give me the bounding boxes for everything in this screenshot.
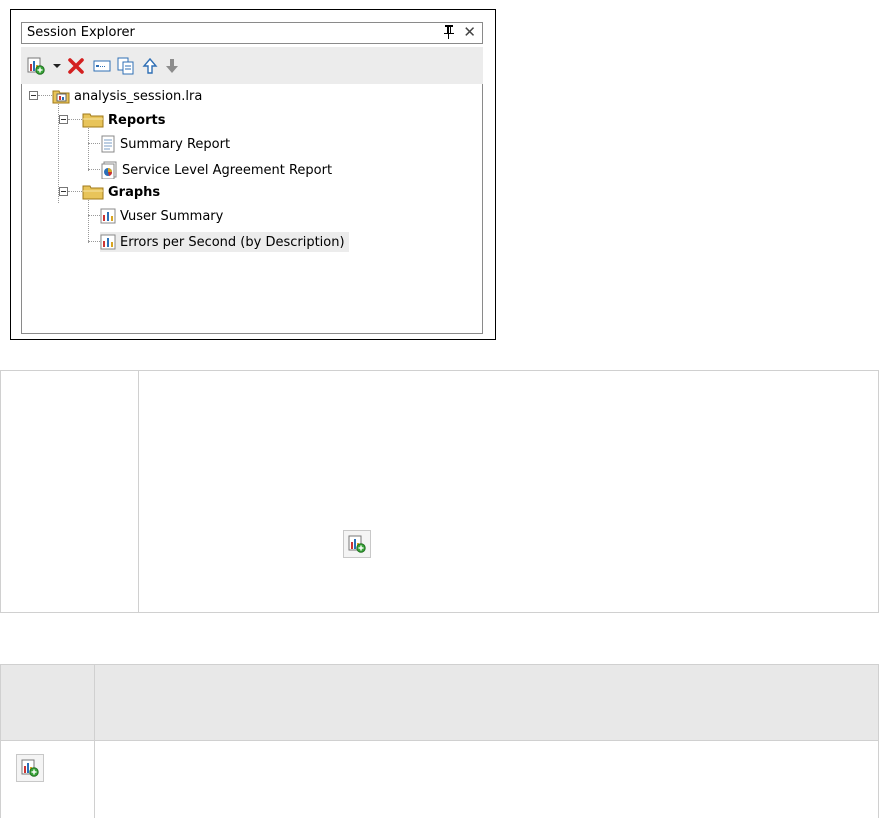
report-document-icon (101, 135, 115, 153)
tree-item-label: Vuser Summary (120, 208, 224, 224)
duplicate-icon[interactable] (116, 56, 136, 76)
pin-icon[interactable] (442, 24, 456, 40)
rename-icon[interactable] (92, 56, 112, 76)
collapse-root-toggle[interactable] (29, 91, 38, 100)
tree-item-summary-report[interactable]: Summary Report (100, 134, 230, 154)
tree-item-label: Summary Report (120, 136, 231, 152)
tree-item-label: Service Level Agreement Report (122, 162, 333, 178)
tree-root[interactable]: analysis_session.lra (52, 86, 202, 106)
graph-icon (100, 234, 116, 250)
move-up-icon[interactable] (140, 56, 160, 76)
tree-group-label: Reports (108, 112, 166, 128)
session-file-icon (52, 90, 70, 104)
table-header-row (1, 665, 878, 741)
collapse-reports-toggle[interactable] (59, 115, 68, 124)
tree-item-vuser-summary[interactable]: Vuser Summary (100, 206, 223, 226)
session-tree: analysis_session.lra Reports Summary Rep… (21, 84, 483, 334)
panel-titlebar: Session Explorer ✕ (21, 22, 483, 44)
tree-group-label: Graphs (108, 184, 161, 200)
delete-icon[interactable] (66, 56, 86, 76)
tree-group-graphs[interactable]: Graphs (82, 182, 160, 202)
move-down-icon[interactable] (162, 56, 182, 76)
panel-title: Session Explorer (27, 25, 135, 40)
tree-root-label: analysis_session.lra (74, 88, 203, 104)
tree-item-sla-report[interactable]: Service Level Agreement Report (100, 160, 332, 180)
column-divider (94, 665, 95, 818)
close-icon[interactable]: ✕ (463, 23, 476, 41)
panel-toolbar (21, 47, 483, 86)
folder-icon (82, 185, 104, 200)
graph-icon (100, 208, 116, 224)
column-divider (138, 371, 139, 612)
tree-item-label: Errors per Second (by Description) (120, 234, 345, 250)
folder-icon (82, 113, 104, 128)
description-table (0, 370, 879, 613)
add-report-graph-icon (343, 530, 371, 558)
ui-elements-table (0, 664, 879, 818)
add-report-graph-icon[interactable] (26, 56, 46, 76)
tree-item-errors-per-second[interactable]: Errors per Second (by Description) (100, 232, 349, 252)
sla-report-icon (101, 161, 117, 179)
collapse-graphs-toggle[interactable] (59, 187, 68, 196)
dropdown-arrow-icon[interactable] (47, 56, 67, 76)
tree-group-reports[interactable]: Reports (82, 110, 165, 130)
add-report-graph-icon (16, 754, 44, 782)
